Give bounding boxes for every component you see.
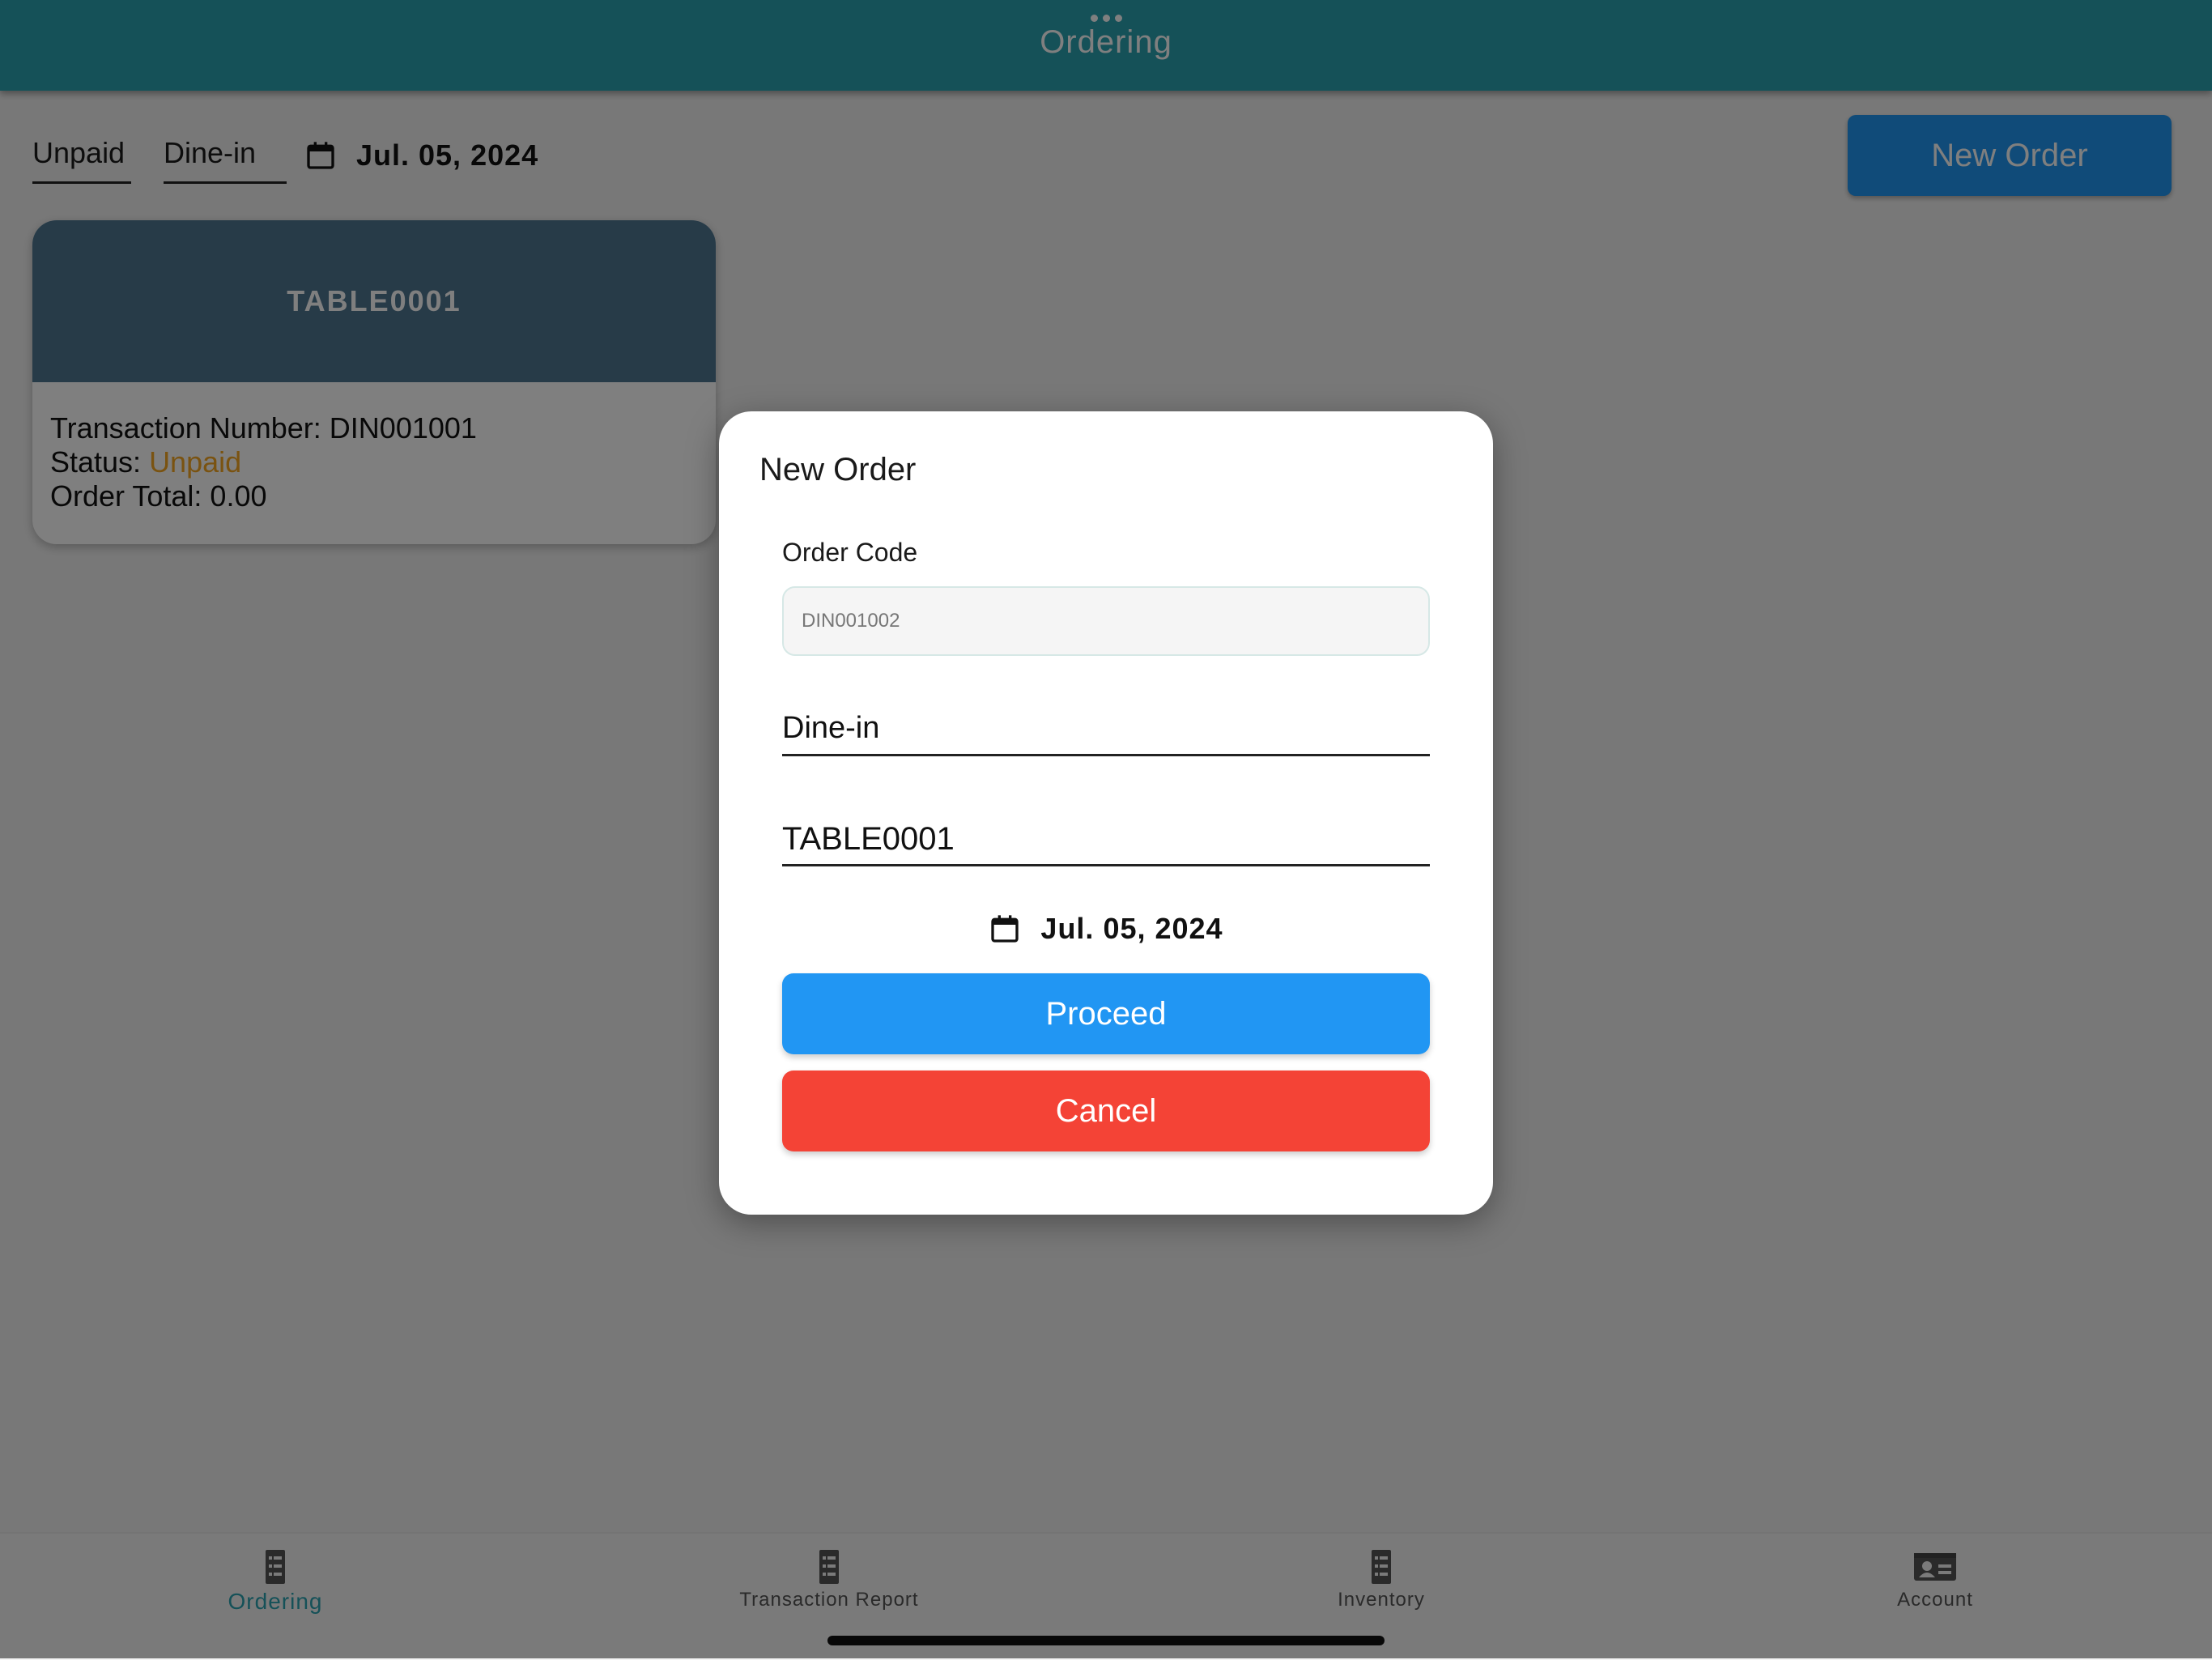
new-order-dialog: New Order Order Code Dine-in TABLE0001 J… bbox=[719, 411, 1493, 1215]
cancel-button[interactable]: Cancel bbox=[782, 1070, 1430, 1151]
dialog-date-label: Jul. 05, 2024 bbox=[1040, 912, 1223, 945]
calendar-icon bbox=[991, 915, 1019, 943]
proceed-button[interactable]: Proceed bbox=[782, 973, 1430, 1054]
order-code-input[interactable] bbox=[782, 586, 1430, 656]
dialog-title: New Order bbox=[759, 452, 917, 487]
order-code-label: Order Code bbox=[782, 538, 918, 567]
dialog-date-picker[interactable]: Jul. 05, 2024 bbox=[719, 909, 1493, 949]
order-type-dropdown[interactable]: Dine-in bbox=[782, 711, 1430, 756]
table-field[interactable]: TABLE0001 bbox=[782, 821, 1430, 866]
